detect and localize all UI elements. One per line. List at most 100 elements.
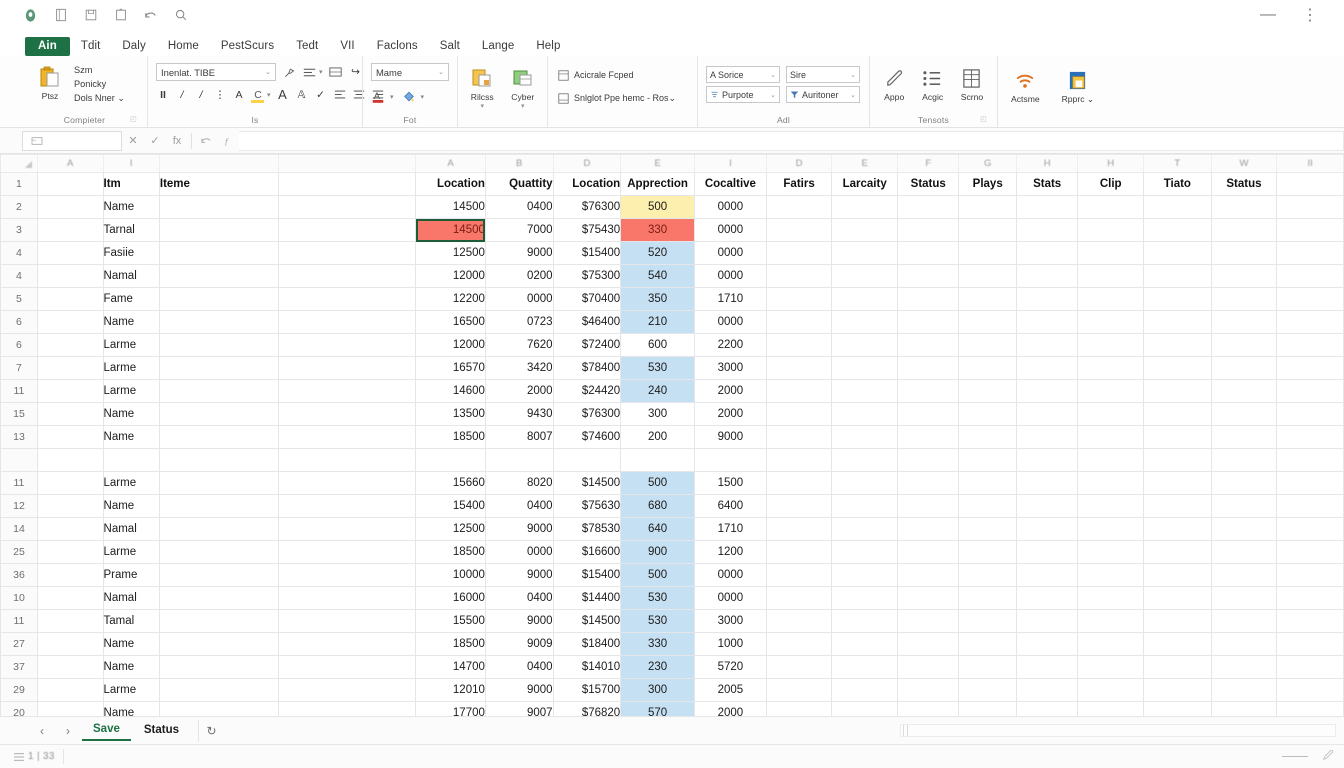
cell[interactable] — [277, 678, 417, 702]
cell[interactable] — [277, 471, 417, 495]
cell-apprection-e[interactable]: 640 — [620, 517, 696, 541]
cell-location-a[interactable]: 12000 — [415, 264, 486, 288]
ribbon-tab-3[interactable]: Home — [157, 37, 210, 56]
format-as-table-button[interactable]: Cyber ▾ — [507, 64, 540, 110]
sheet-tool-button[interactable]: Scrno — [955, 64, 989, 102]
cell[interactable] — [1210, 517, 1278, 541]
search-icon[interactable] — [172, 7, 189, 24]
cell[interactable] — [1210, 425, 1278, 449]
cell[interactable] — [36, 172, 104, 196]
cell[interactable] — [277, 448, 417, 472]
cell-apprection-e[interactable]: 570 — [620, 701, 696, 716]
editing-select-1[interactable]: Sire ⌄ — [786, 66, 860, 83]
cell-quantity-b[interactable]: 9009 — [484, 632, 554, 656]
cell[interactable] — [1015, 218, 1079, 242]
cell-apprection-e[interactable]: 330 — [620, 632, 696, 656]
pen-tool-button[interactable]: Appo — [878, 64, 910, 102]
cell-item-name[interactable]: Larme — [102, 471, 160, 495]
cell[interactable] — [831, 701, 898, 716]
cell-location-d[interactable]: $14400 — [552, 586, 622, 610]
cell[interactable] — [36, 632, 104, 656]
cell[interactable] — [1210, 701, 1278, 716]
cell[interactable] — [158, 678, 279, 702]
cell-location-d[interactable]: $14500 — [552, 471, 622, 495]
cell[interactable] — [765, 632, 833, 656]
cell-apprection-e[interactable]: 900 — [620, 540, 696, 564]
cell[interactable] — [1077, 379, 1144, 403]
cell[interactable] — [1143, 471, 1212, 495]
row-header[interactable]: 1 — [0, 172, 38, 196]
cell[interactable] — [1143, 678, 1212, 702]
wrap-text-icon[interactable]: ↪ — [349, 65, 363, 80]
table-row[interactable]: 11 Larme 14600 2000 $24420 240 2000 — [0, 379, 1344, 403]
ribbon-tab-2[interactable]: Daly — [111, 37, 156, 56]
ribbon-tab-4[interactable]: PestScurs — [210, 37, 285, 56]
cell[interactable] — [1276, 448, 1344, 472]
cell-item-name[interactable]: Name — [102, 701, 160, 716]
cell[interactable] — [831, 379, 898, 403]
cell[interactable] — [158, 310, 279, 334]
cell[interactable] — [831, 402, 898, 426]
cell[interactable] — [831, 264, 898, 288]
cell[interactable]: Location — [552, 172, 622, 196]
cell[interactable] — [896, 471, 960, 495]
cell[interactable] — [158, 448, 279, 472]
fill-bucket-chevron-down-icon[interactable]: ▾ — [421, 93, 425, 101]
cell-cocaltive-i[interactable]: 0000 — [694, 195, 767, 219]
addin-button[interactable]: Rpprc ⌄ — [1057, 66, 1099, 105]
paste-button[interactable]: Ptsz — [30, 63, 70, 101]
cell[interactable] — [831, 586, 898, 610]
cell[interactable] — [896, 701, 960, 716]
cell[interactable] — [1210, 448, 1278, 472]
table-row[interactable]: 2 Name 14500 0400 $76300 500 0000 — [0, 195, 1344, 219]
cell[interactable] — [277, 264, 417, 288]
cell-quantity-b[interactable]: 9000 — [484, 517, 554, 541]
cell-quantity-b[interactable]: 2000 — [484, 379, 554, 403]
cell[interactable] — [1015, 264, 1079, 288]
font-color-chevron-down-icon[interactable]: ▾ — [390, 93, 394, 101]
cell[interactable] — [765, 563, 833, 587]
cell[interactable] — [958, 356, 1017, 380]
paste-special-icon[interactable] — [112, 7, 129, 24]
cell[interactable] — [1276, 356, 1344, 380]
row-header[interactable]: 29 — [0, 678, 38, 702]
cell[interactable] — [36, 218, 104, 242]
row-header[interactable] — [0, 448, 38, 472]
cell[interactable] — [1276, 655, 1344, 679]
row-header[interactable]: 2 — [0, 195, 38, 219]
cell[interactable] — [1143, 287, 1212, 311]
delete-cells-button[interactable]: Snlglot Ppe hemc - Ros⌄ — [556, 90, 676, 106]
cell[interactable] — [765, 540, 833, 564]
zoom-slider[interactable] — [1282, 756, 1308, 757]
cell[interactable] — [1143, 356, 1212, 380]
cell[interactable] — [1276, 195, 1344, 219]
cell[interactable] — [765, 264, 833, 288]
table-row[interactable]: 12 Name 15400 0400 $75630 680 6400 — [0, 494, 1344, 518]
cell[interactable] — [1015, 379, 1079, 403]
cell-cocaltive-i[interactable]: 1710 — [694, 287, 767, 311]
cell[interactable] — [1015, 310, 1079, 334]
cell[interactable] — [277, 310, 417, 334]
cell-cocaltive-i[interactable]: 9000 — [694, 425, 767, 449]
fill-bucket-icon[interactable] — [402, 89, 416, 104]
cell[interactable] — [958, 586, 1017, 610]
cell[interactable] — [1015, 241, 1079, 265]
cell[interactable] — [158, 632, 279, 656]
cell[interactable] — [831, 471, 898, 495]
cell[interactable] — [831, 425, 898, 449]
table-row[interactable]: 4 Fasiie 12500 9000 $15400 520 0000 — [0, 241, 1344, 265]
table-row[interactable]: 3 Tarnal 14500 7000 $75430 330 0000 — [0, 218, 1344, 242]
cell[interactable] — [1276, 540, 1344, 564]
cell[interactable] — [831, 356, 898, 380]
cell-apprection-e[interactable]: 600 — [620, 333, 696, 357]
table-row[interactable] — [0, 448, 1344, 472]
cell[interactable] — [1210, 241, 1278, 265]
cell[interactable] — [1143, 655, 1212, 679]
cell-location-a[interactable]: 18500 — [415, 425, 486, 449]
cell[interactable] — [36, 333, 104, 357]
cell[interactable] — [831, 218, 898, 242]
cell[interactable] — [765, 586, 833, 610]
editing-select-3[interactable]: Auritoner ⌄ — [786, 86, 860, 103]
cell-location-a[interactable]: 15660 — [415, 471, 486, 495]
number-format-select[interactable]: Mame ⌄ — [371, 63, 449, 81]
